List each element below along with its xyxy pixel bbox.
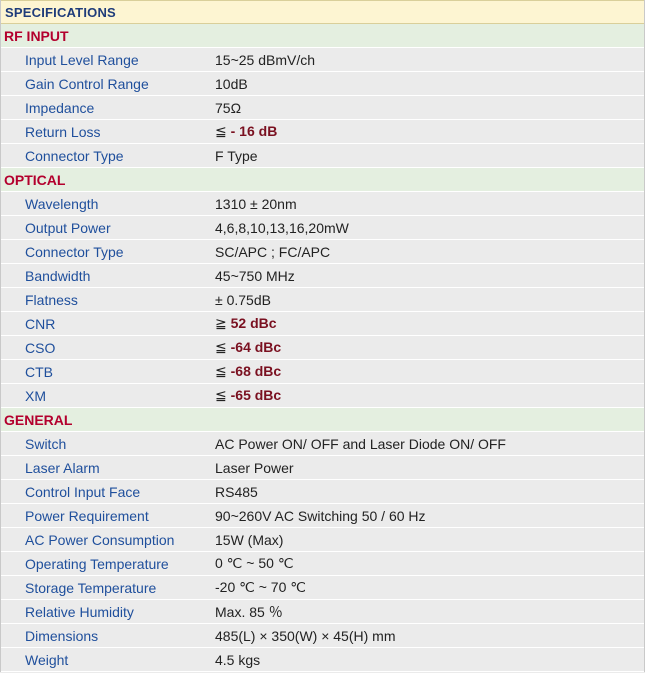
spec-row: CTB ≦ -68 dBc [1, 360, 644, 384]
spec-label: Input Level Range [25, 51, 139, 68]
spec-value: Laser Power [215, 459, 294, 476]
spec-row: Control Input Face RS485 [1, 480, 644, 504]
spec-value: 4,6,8,10,13,16,20mW [215, 219, 349, 236]
spec-row: Bandwidth 45~750 MHz [1, 264, 644, 288]
spec-row: CNR ≧ 52 dBc [1, 312, 644, 336]
spec-label: Power Requirement [25, 507, 149, 524]
spec-value-symbol: ≦ [215, 339, 227, 355]
spec-row: Weight 4.5 kgs [1, 648, 644, 672]
spec-label: Storage Temperature [25, 579, 157, 596]
spec-value-emphasis: -65 dBc [226, 387, 282, 403]
spec-label: CTB [25, 363, 53, 380]
spec-label: Wavelength [25, 195, 99, 212]
spec-label: Switch [25, 435, 67, 452]
spec-value-emphasis: -64 dBc [226, 339, 282, 355]
spec-label: Operating Temperature [25, 555, 169, 572]
spec-value: 15W (Max) [215, 531, 284, 548]
section-header-rf-input: RF INPUT [1, 24, 644, 48]
section-header-general: GENERAL [1, 408, 644, 432]
spec-row: Output Power 4,6,8,10,13,16,20mW [1, 216, 644, 240]
spec-value: -20 ℃ ~ 70 ℃ [215, 579, 306, 595]
spec-row: Return Loss ≦ - 16 dB [1, 120, 644, 144]
specifications-title: SPECIFICATIONS [1, 0, 644, 24]
spec-value: 45~750 MHz [215, 267, 295, 284]
spec-value: 4.5 kgs [215, 651, 261, 668]
spec-value: ≦ -65 dBc [215, 387, 281, 404]
spec-value: 10dB [215, 75, 248, 92]
spec-label: Relative Humidity [25, 603, 134, 620]
spec-value-emphasis: -68 dBc [226, 363, 282, 379]
spec-row: AC Power Consumption 15W (Max) [1, 528, 644, 552]
table-title: SPECIFICATIONS [5, 4, 116, 20]
spec-value: 1310 ± 20nm [215, 195, 297, 212]
spec-value: 485(L) × 350(W) × 45(H) mm [215, 627, 396, 644]
spec-label: Gain Control Range [25, 75, 149, 92]
spec-value: ± 0.75dB [215, 291, 271, 308]
spec-row: Wavelength 1310 ± 20nm [1, 192, 644, 216]
spec-value: 0 ℃ ~ 50 ℃ [215, 555, 294, 571]
spec-value: Max. 85 ％ [215, 603, 283, 620]
spec-label: Impedance [25, 99, 95, 116]
spec-row: Operating Temperature 0 ℃ ~ 50 ℃ [1, 552, 644, 576]
spec-row: Gain Control Range 10dB [1, 72, 644, 96]
spec-label: Dimensions [25, 627, 99, 644]
spec-value-symbol: ≦ [215, 363, 227, 379]
spec-value: ≦ -68 dBc [215, 363, 281, 380]
spec-label: Laser Alarm [25, 459, 100, 476]
spec-value-symbol: ≦ [215, 387, 227, 403]
specifications-table: SPECIFICATIONS RF INPUT Input Level Range… [0, 0, 645, 672]
spec-value: F Type [215, 147, 258, 164]
spec-row: Switch AC Power ON/ OFF and Laser Diode O… [1, 432, 644, 456]
spec-label: Connector Type [25, 147, 124, 164]
spec-label: CSO [25, 339, 56, 356]
spec-value: 75Ω [215, 99, 242, 116]
spec-value: 15~25 dBmV/ch [215, 51, 316, 68]
section-header-optical: OPTICAL [1, 168, 644, 192]
spec-value: ≦ - 16 dB [215, 123, 277, 140]
spec-label: Connector Type [25, 243, 124, 260]
spec-row: Flatness ± 0.75dB [1, 288, 644, 312]
section-title: OPTICAL [4, 171, 66, 188]
spec-value: ≧ 52 dBc [215, 315, 277, 332]
spec-label: Control Input Face [25, 483, 141, 500]
spec-row: Connector Type SC/APC ; FC/APC [1, 240, 644, 264]
spec-value-symbol: ≦ [215, 123, 227, 139]
spec-label: CNR [25, 315, 56, 332]
spec-value: SC/APC ; FC/APC [215, 243, 331, 260]
spec-value: AC Power ON/ OFF and Laser Diode ON/ OFF [215, 435, 506, 452]
spec-value: 90~260V AC Switching 50 / 60 Hz [215, 507, 426, 524]
spec-row: CSO ≦ -64 dBc [1, 336, 644, 360]
spec-label: AC Power Consumption [25, 531, 175, 548]
spec-value: RS485 [215, 483, 258, 500]
spec-row: Laser Alarm Laser Power [1, 456, 644, 480]
spec-label: Flatness [25, 291, 78, 308]
spec-value-symbol: ≧ [215, 315, 227, 331]
spec-row: Relative Humidity Max. 85 ％ [1, 600, 644, 624]
spec-row: Connector Type F Type [1, 144, 644, 168]
spec-label: Output Power [25, 219, 111, 236]
spec-sections: RF INPUT Input Level Range 15~25 dBmV/ch Ga… [1, 24, 644, 672]
spec-row: XM ≦ -65 dBc [1, 384, 644, 408]
spec-row: Impedance 75Ω [1, 96, 644, 120]
spec-row: Power Requirement 90~260V AC Switching 50… [1, 504, 644, 528]
section-title: RF INPUT [4, 27, 69, 44]
spec-row: Storage Temperature -20 ℃ ~ 70 ℃ [1, 576, 644, 600]
spec-label: XM [25, 387, 46, 404]
spec-value-emphasis: 52 dBc [226, 315, 277, 331]
spec-row: Input Level Range 15~25 dBmV/ch [1, 48, 644, 72]
spec-value-emphasis: - 16 dB [226, 123, 278, 139]
spec-label: Weight [25, 651, 69, 668]
section-title: GENERAL [4, 411, 73, 428]
spec-value: ≦ -64 dBc [215, 339, 281, 356]
spec-label: Return Loss [25, 123, 101, 140]
spec-row: Dimensions 485(L) × 350(W) × 45(H) mm [1, 624, 644, 648]
spec-label: Bandwidth [25, 267, 91, 284]
